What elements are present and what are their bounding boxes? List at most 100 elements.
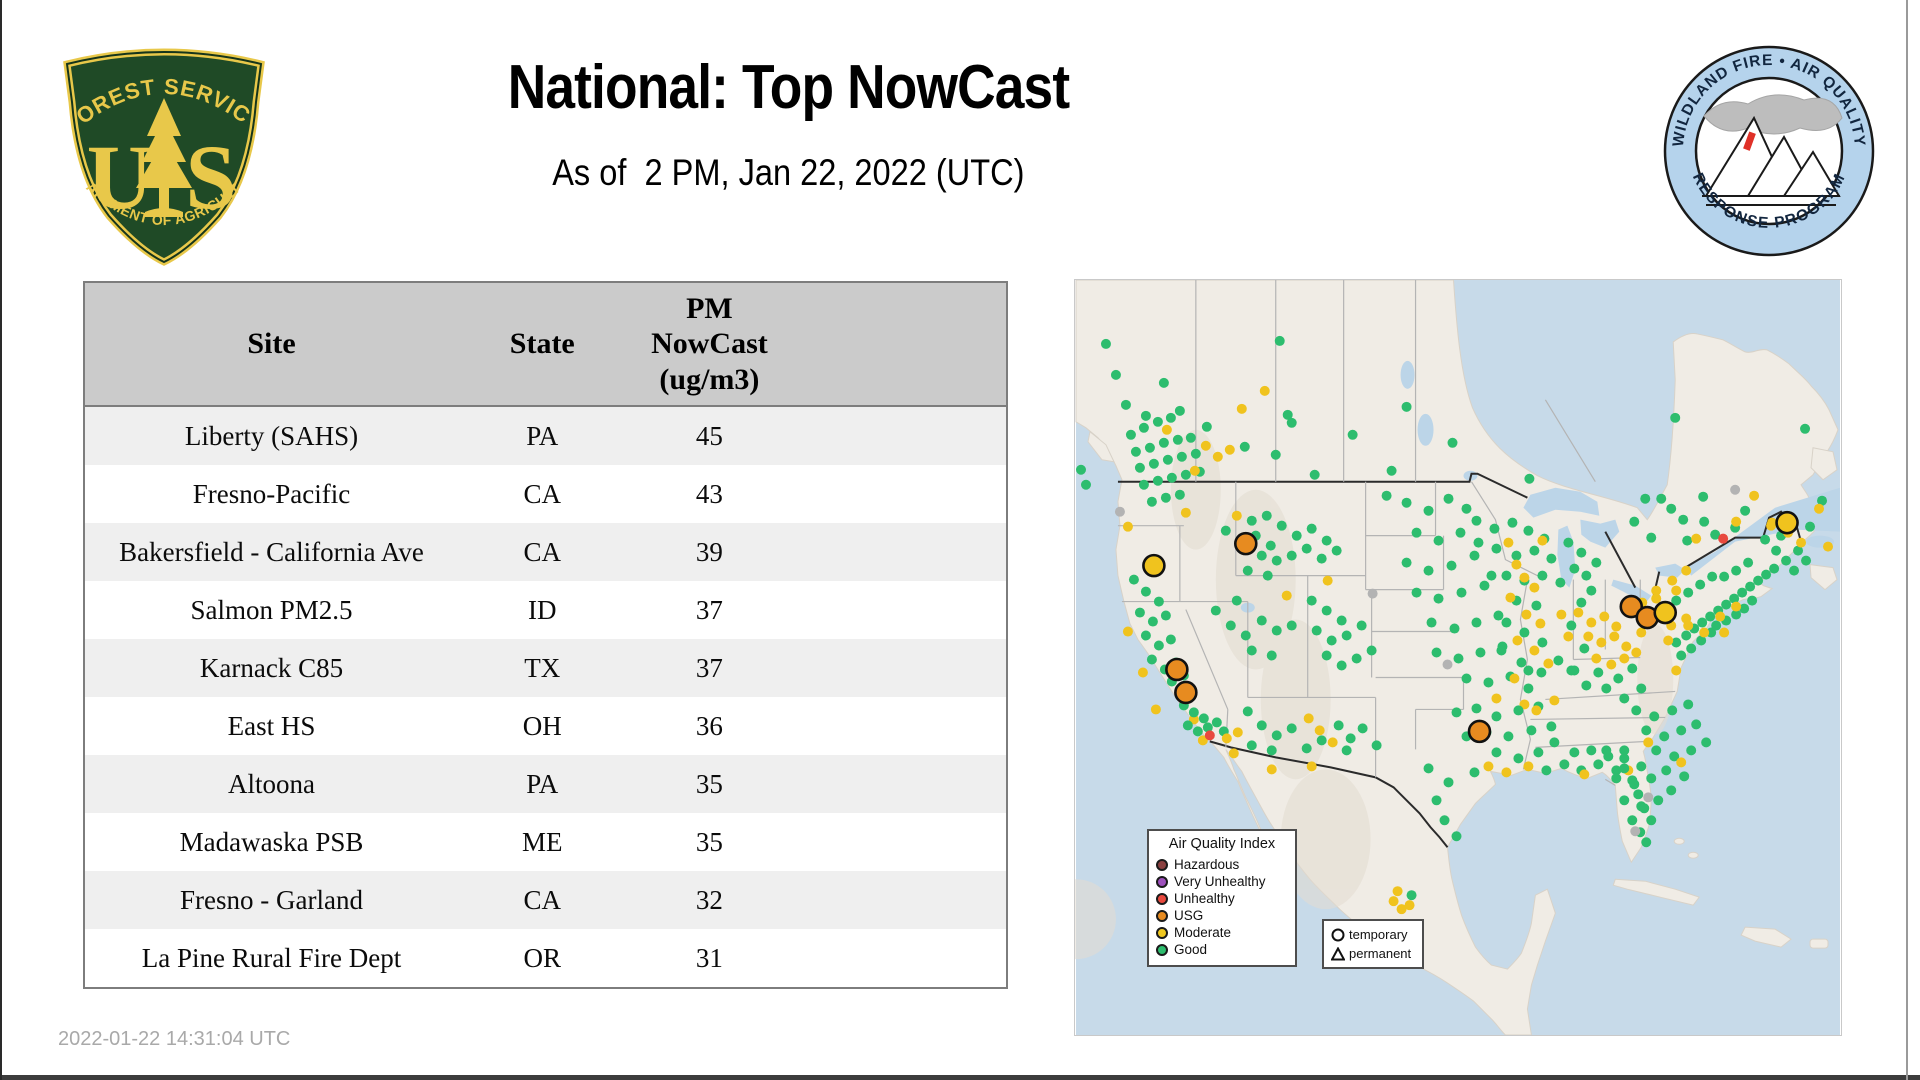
table-row[interactable]: Karnack C85TX37 <box>85 639 1006 697</box>
monitor-dot[interactable] <box>1676 757 1686 767</box>
monitor-dot[interactable] <box>1123 627 1133 637</box>
monitor-dot[interactable] <box>1432 648 1442 658</box>
monitor-dot[interactable] <box>1666 785 1676 795</box>
monitor-dot[interactable] <box>1805 522 1815 532</box>
monitor-dot[interactable] <box>1327 636 1337 646</box>
monitor-dot[interactable] <box>1491 747 1501 757</box>
monitor-dot[interactable] <box>1581 680 1591 690</box>
monitor-dot[interactable] <box>1611 773 1621 783</box>
monitor-dot[interactable] <box>1529 546 1539 556</box>
monitor-dot[interactable] <box>1666 504 1676 514</box>
monitor-dot[interactable] <box>1151 704 1161 714</box>
monitor-dot[interactable] <box>1153 476 1163 486</box>
monitor-dot[interactable] <box>1454 654 1464 664</box>
monitor-dot[interactable] <box>1503 538 1513 548</box>
monitor-dot[interactable] <box>1636 761 1646 771</box>
monitor-dot[interactable] <box>1671 586 1681 596</box>
monitor-dot[interactable] <box>1613 673 1623 683</box>
monitor-dot[interactable] <box>1287 621 1297 631</box>
monitor-dot[interactable] <box>1491 693 1501 703</box>
monitor-dot[interactable] <box>1516 658 1526 668</box>
monitor-dot[interactable] <box>1479 581 1489 591</box>
monitor-dot[interactable] <box>1123 522 1133 532</box>
monitor-dot[interactable] <box>1541 765 1551 775</box>
monitor-dot[interactable] <box>1193 726 1203 736</box>
monitor-dot[interactable] <box>1486 571 1496 581</box>
monitor-dot[interactable] <box>1801 556 1811 566</box>
monitor-dot[interactable] <box>1434 594 1444 604</box>
monitor-dot[interactable] <box>1619 745 1629 755</box>
monitor-dot[interactable] <box>1450 624 1460 634</box>
monitor-dot[interactable] <box>1629 517 1639 527</box>
monitor-dot[interactable] <box>1147 497 1157 507</box>
monitor-dot[interactable] <box>1307 524 1317 534</box>
monitor-dot[interactable] <box>1190 466 1200 476</box>
monitor-dot[interactable] <box>1257 616 1267 626</box>
monitor-dot[interactable] <box>1221 526 1231 536</box>
monitor-dot[interactable] <box>1601 745 1611 755</box>
monitor-dot[interactable] <box>1287 418 1297 428</box>
monitor-dot[interactable] <box>1452 707 1462 717</box>
monitor-dot[interactable] <box>1489 524 1499 534</box>
monitor-dot[interactable] <box>1643 792 1653 802</box>
monitor-dot[interactable] <box>1501 767 1511 777</box>
monitor-dot[interactable] <box>1749 491 1759 501</box>
monitor-dot[interactable] <box>1262 511 1272 521</box>
monitor-dot[interactable] <box>1583 632 1593 642</box>
monitor-dot[interactable] <box>1646 533 1656 543</box>
monitor-dot[interactable] <box>1651 586 1661 596</box>
monitor-dot[interactable] <box>1443 659 1453 669</box>
monitor-dot[interactable] <box>1277 521 1287 531</box>
monitor-dot[interactable] <box>1332 546 1342 556</box>
monitor-dot[interactable] <box>1656 494 1666 504</box>
monitor-dot[interactable] <box>1141 631 1151 641</box>
monitor-dot[interactable] <box>1581 571 1591 581</box>
monitor-dot[interactable] <box>1173 435 1183 445</box>
monitor-dot[interactable] <box>1781 556 1791 566</box>
monitor-dot[interactable] <box>1523 683 1533 693</box>
monitor-dot[interactable] <box>1162 425 1172 435</box>
monitor-dot[interactable] <box>1222 733 1232 743</box>
monitor-dot[interactable] <box>1402 498 1412 508</box>
monitor-dot[interactable] <box>1670 413 1680 423</box>
monitor-dot[interactable] <box>1593 759 1603 769</box>
table-row[interactable]: Bakersfield - California AveCA39 <box>85 523 1006 581</box>
monitor-dot[interactable] <box>1424 763 1434 773</box>
monitor-dot[interactable] <box>1153 417 1163 427</box>
monitor-dot[interactable] <box>1566 665 1576 675</box>
monitor-dot[interactable] <box>1599 612 1609 622</box>
monitor-dot[interactable] <box>1653 795 1663 805</box>
top-site-marker[interactable] <box>1655 602 1676 623</box>
monitor-dot[interactable] <box>1737 588 1747 598</box>
monitor-dot[interactable] <box>1402 402 1412 412</box>
monitor-dot[interactable] <box>1619 693 1629 703</box>
monitor-dot[interactable] <box>1593 667 1603 677</box>
monitor-dot[interactable] <box>1676 725 1686 735</box>
monitor-dot[interactable] <box>1576 598 1586 608</box>
monitor-dot[interactable] <box>1282 591 1292 601</box>
monitor-dot[interactable] <box>1731 602 1741 612</box>
monitor-dot[interactable] <box>1275 336 1285 346</box>
monitor-dot[interactable] <box>1322 651 1332 661</box>
monitor-dot[interactable] <box>1342 631 1352 641</box>
top-site-marker[interactable] <box>1166 659 1187 680</box>
table-row[interactable]: East HSOH36 <box>85 697 1006 755</box>
monitor-dot[interactable] <box>1202 422 1212 432</box>
monitor-dot[interactable] <box>1524 474 1534 484</box>
monitor-dot[interactable] <box>1304 713 1314 723</box>
monitor-dot[interactable] <box>1266 541 1276 551</box>
monitor-dot[interactable] <box>1676 651 1686 661</box>
monitor-dot[interactable] <box>1257 551 1267 561</box>
monitor-dot[interactable] <box>1753 576 1763 586</box>
table-row[interactable]: Madawaska PSBME35 <box>85 813 1006 871</box>
monitor-dot[interactable] <box>1469 551 1479 561</box>
monitor-dot[interactable] <box>1760 535 1770 545</box>
monitor-dot[interactable] <box>1641 837 1651 847</box>
table-row[interactable]: La Pine Rural Fire DeptOR31 <box>85 929 1006 987</box>
monitor-dot[interactable] <box>1678 515 1688 525</box>
monitor-dot[interactable] <box>1559 759 1569 769</box>
monitor-dot[interactable] <box>1627 775 1637 785</box>
monitor-dot[interactable] <box>1352 654 1362 664</box>
monitor-dot[interactable] <box>1448 438 1458 448</box>
monitor-dot[interactable] <box>1711 621 1721 631</box>
